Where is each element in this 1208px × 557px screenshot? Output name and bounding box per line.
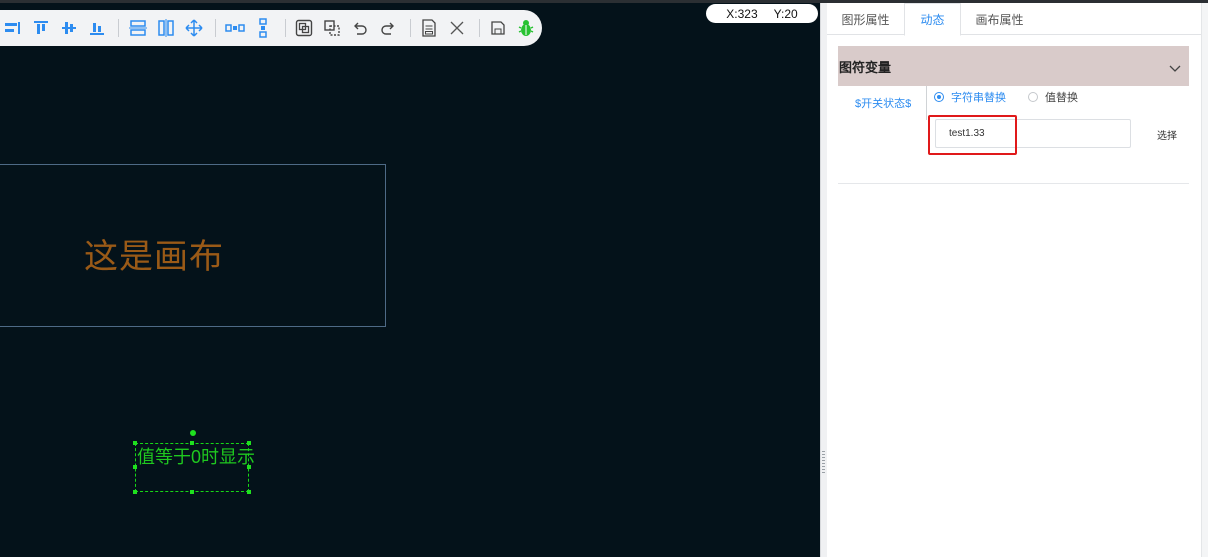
resize-handle-tr[interactable] — [247, 441, 251, 445]
value-replace-label[interactable]: 值替换 — [1045, 89, 1078, 105]
rotate-handle[interactable] — [190, 430, 196, 436]
align-left-icon[interactable] — [0, 15, 25, 41]
choose-button[interactable]: 选择 — [1157, 127, 1177, 142]
move-icon[interactable] — [181, 15, 206, 41]
align-bottom-icon[interactable] — [84, 15, 109, 41]
resize-handle-tl[interactable] — [133, 441, 137, 445]
panel-tabs: 图形属性 动态 画布属性 — [827, 3, 1201, 36]
highlight-annotation — [928, 115, 1017, 155]
resize-handle-l[interactable] — [133, 465, 137, 469]
ungroup-icon[interactable] — [320, 15, 345, 41]
panel-splitter[interactable] — [820, 3, 827, 557]
replace-mode-radio-group: 字符串替换 值替换 — [934, 89, 1078, 105]
group-horizontal-icon[interactable] — [222, 15, 247, 41]
cursor-coordinates: X:323 Y:20 — [706, 4, 818, 23]
resize-handle-br[interactable] — [247, 490, 251, 494]
align-middle-icon[interactable] — [56, 15, 81, 41]
app-window: X:323 Y:20 这是画布 值等于0时显示 图形属性 动态 画布属性 图符变… — [0, 0, 1208, 557]
variable-name: $开关状态$ — [855, 98, 912, 110]
toolbar-separator — [478, 19, 480, 37]
debug-bug-icon[interactable] — [514, 15, 539, 41]
resize-handle-b[interactable] — [190, 490, 194, 494]
undo-icon[interactable] — [348, 15, 373, 41]
drawing-canvas[interactable]: X:323 Y:20 这是画布 值等于0时显示 — [0, 3, 820, 557]
redo-icon[interactable] — [376, 15, 401, 41]
group-vertical-icon[interactable] — [250, 15, 275, 41]
resize-handle-r[interactable] — [247, 465, 251, 469]
symbol-variable-section-header[interactable]: 图符变量 — [838, 46, 1189, 86]
string-replace-label[interactable]: 字符串替换 — [951, 89, 1006, 105]
document-icon[interactable] — [417, 15, 442, 41]
canvas-label: 这是画布 — [84, 238, 224, 276]
tab-canvas-properties[interactable]: 画布属性 — [961, 3, 1038, 35]
toolbar-separator — [118, 19, 120, 37]
toolbar — [0, 10, 542, 46]
align-top-icon[interactable] — [28, 15, 53, 41]
row-divider — [926, 86, 927, 120]
tab-shape-properties[interactable]: 图形属性 — [827, 3, 904, 35]
properties-panel: 图形属性 动态 画布属性 图符变量 $开关状态$ 字符串替换 值替换 test1… — [827, 3, 1201, 557]
close-icon[interactable] — [445, 15, 470, 41]
resize-handle-bl[interactable] — [133, 490, 137, 494]
distribute-horizontal-icon[interactable] — [153, 15, 178, 41]
panel-scrollbar[interactable] — [1201, 3, 1208, 557]
tab-dynamic[interactable]: 动态 — [904, 3, 961, 36]
value-replace-radio[interactable] — [1028, 92, 1038, 102]
section-title: 图符变量 — [839, 59, 892, 75]
coord-x: X:323 — [726, 6, 758, 21]
toolbar-separator — [215, 19, 217, 37]
string-replace-radio[interactable] — [934, 92, 944, 102]
selected-text-content: 值等于0时显示 — [137, 447, 256, 467]
toolbar-separator — [409, 19, 411, 37]
coord-y: Y:20 — [773, 6, 798, 21]
distribute-vertical-icon[interactable] — [125, 15, 150, 41]
section-divider — [838, 183, 1189, 184]
splitter-grip-icon[interactable] — [822, 451, 825, 473]
toolbar-separator — [284, 19, 286, 37]
combine-icon[interactable] — [291, 15, 316, 41]
resize-handle-t[interactable] — [190, 441, 194, 445]
save-icon[interactable] — [486, 15, 511, 41]
chevron-down-icon[interactable] — [1169, 60, 1181, 78]
